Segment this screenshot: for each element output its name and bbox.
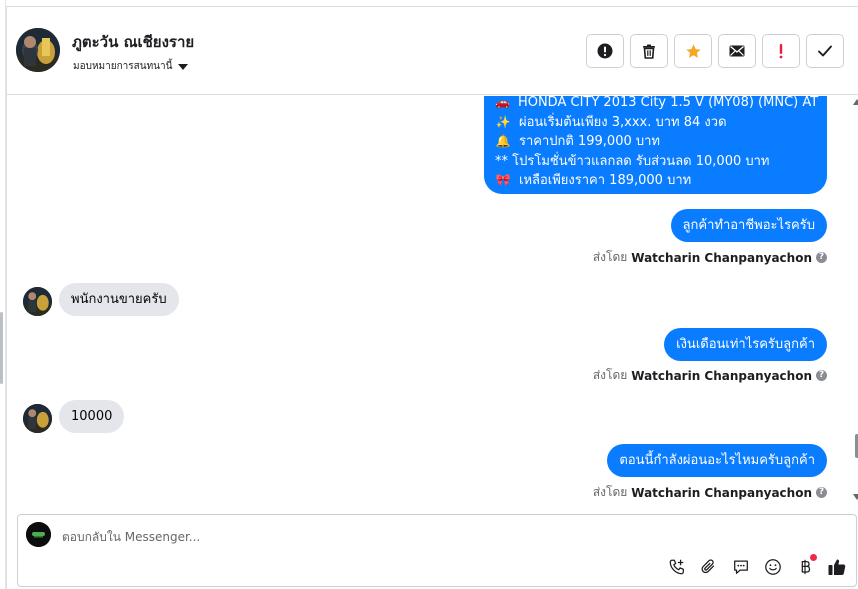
- emoji-button[interactable]: [762, 556, 784, 578]
- mark-spam-button[interactable]: [586, 34, 624, 68]
- outgoing-message[interactable]: เงินเดือนเท่าไรครับลูกค้า: [664, 328, 827, 361]
- phone-plus-icon: [669, 559, 684, 575]
- ribbon-icon: 🎀: [495, 173, 511, 188]
- assign-conversation-dropdown[interactable]: มอบหมายการสนทนานี้: [73, 59, 189, 74]
- chat-bubble-icon: [734, 560, 748, 574]
- message-list[interactable]: 🚗 HONDA CITY 2013 City 1.5 V (MY08) (MNC)…: [7, 96, 858, 508]
- sent-by-line: ส่งโดย Watcharin Chanpanyachon ?: [593, 483, 827, 502]
- payment-button[interactable]: [794, 554, 817, 578]
- mark-done-button[interactable]: [806, 34, 844, 68]
- composer-toolbar: [666, 554, 848, 578]
- check-icon: [818, 45, 832, 57]
- bell-icon: 🔔: [495, 134, 511, 149]
- alert-circle-icon: [597, 43, 613, 59]
- car-icon: 🚗: [495, 96, 510, 110]
- star-button[interactable]: [674, 34, 712, 68]
- star-icon: [685, 43, 701, 58]
- saved-replies-button[interactable]: [730, 556, 752, 578]
- assign-label: มอบหมายการสนทนานี้: [73, 61, 173, 72]
- sender-name[interactable]: Watcharin Chanpanyachon: [631, 251, 812, 265]
- promo-line: 🎀 เหลือเพียงราคา 189,000 บาท: [495, 173, 692, 189]
- delete-button[interactable]: [630, 34, 668, 68]
- page-avatar: [26, 522, 51, 547]
- outgoing-message-promo[interactable]: 🚗 HONDA CITY 2013 City 1.5 V (MY08) (MNC)…: [484, 96, 827, 194]
- resize-handle[interactable]: [0, 312, 3, 384]
- contact-avatar[interactable]: [16, 28, 60, 72]
- promo-line: ** โปรโมชั่นข้าวแลกลด รับส่วนลด 10,000 บ…: [495, 153, 770, 169]
- help-icon[interactable]: ?: [816, 487, 827, 498]
- paperclip-icon: [701, 559, 715, 574]
- call-button[interactable]: [666, 556, 688, 578]
- conversation-header: ภูตะวัน ณเชียงราย มอบหมายการสนทนานี้: [7, 7, 858, 95]
- outgoing-message[interactable]: ลูกค้าทำอาชีพอะไรครับ: [670, 209, 827, 242]
- sent-by-line: ส่งโดย Watcharin Chanpanyachon ?: [593, 366, 827, 385]
- contact-avatar-small[interactable]: [23, 404, 52, 433]
- scroll-down-arrow-icon[interactable]: [853, 494, 858, 500]
- mark-unread-button[interactable]: [718, 34, 756, 68]
- contact-avatar-small[interactable]: [23, 287, 52, 316]
- header-actions: [586, 34, 844, 68]
- outgoing-message[interactable]: ตอนนี้กำลังผ่อนอะไรไหมครับลูกค้า: [607, 444, 827, 477]
- chevron-down-icon: [178, 63, 189, 70]
- like-button[interactable]: [826, 556, 848, 578]
- sender-name[interactable]: Watcharin Chanpanyachon: [631, 369, 812, 383]
- help-icon[interactable]: ?: [816, 252, 827, 263]
- sparkles-icon: ✨: [495, 114, 511, 129]
- contact-name[interactable]: ภูตะวัน ณเชียงราย: [72, 30, 194, 54]
- incoming-message[interactable]: พนักงานขายครับ: [59, 283, 179, 316]
- help-icon[interactable]: ?: [816, 370, 827, 381]
- promo-line: 🔔 ราคาปกติ 199,000 บาท: [495, 134, 660, 150]
- scroll-up-arrow-icon[interactable]: [853, 99, 858, 105]
- reply-input[interactable]: ตอบกลับใน Messenger...: [62, 528, 200, 547]
- exclamation-icon: [779, 44, 783, 59]
- promo-line: 🚗 HONDA CITY 2013 City 1.5 V (MY08) (MNC)…: [495, 96, 818, 113]
- mail-icon: [729, 45, 745, 57]
- sender-name[interactable]: Watcharin Chanpanyachon: [631, 486, 812, 500]
- conversation-panel: ภูตะวัน ณเชียงราย มอบหมายการสนทนานี้ 🚗 H…: [6, 6, 858, 589]
- smiley-icon: [765, 559, 781, 575]
- flag-button[interactable]: [762, 34, 800, 68]
- thumbs-up-icon: [828, 559, 846, 575]
- notification-dot: [810, 554, 817, 561]
- trash-icon: [643, 44, 655, 59]
- sent-by-line: ส่งโดย Watcharin Chanpanyachon ?: [593, 248, 827, 267]
- promo-line: ✨ ผ่อนเริ่มต้นเพียง 3,xxx. บาท 84 งวด: [495, 114, 727, 130]
- reply-composer[interactable]: ตอบกลับใน Messenger...: [17, 514, 857, 587]
- attach-button[interactable]: [698, 556, 720, 578]
- incoming-message[interactable]: 10000: [59, 400, 125, 433]
